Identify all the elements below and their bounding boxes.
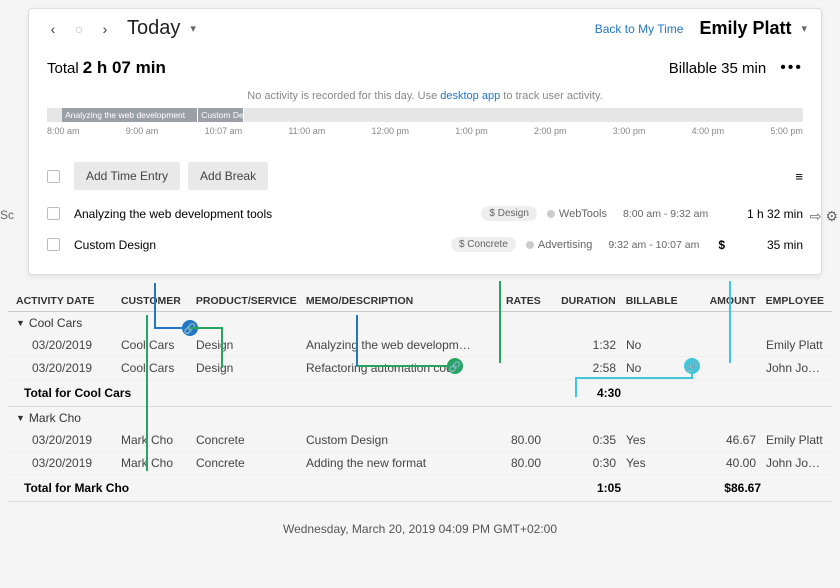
prev-button[interactable]: ‹ xyxy=(43,19,63,39)
entry-project[interactable]: WebTools xyxy=(547,208,607,220)
total-label: Total xyxy=(47,60,79,77)
export-icon[interactable]: ⇨ xyxy=(810,208,822,225)
table-row[interactable]: 03/20/2019Mark ChoConcreteCustom Design8… xyxy=(8,429,832,452)
entry-checkbox[interactable] xyxy=(47,207,60,220)
group-total: Total for Cool Cars4:30 xyxy=(8,380,832,407)
entry-checkbox[interactable] xyxy=(47,238,60,251)
entry-project[interactable]: Advertising xyxy=(526,239,592,251)
page-footer: Wednesday, March 20, 2019 04:09 PM GMT+0… xyxy=(0,522,840,536)
table-row[interactable]: 03/20/2019Mark ChoConcreteAdding the new… xyxy=(8,452,832,475)
group-header[interactable]: ▼Mark Cho xyxy=(8,407,832,429)
entries-toolbar: Add Time Entry Add Break ≡ xyxy=(47,154,803,198)
more-menu-icon[interactable]: ••• xyxy=(780,59,803,77)
project-dot-icon xyxy=(526,241,534,249)
cutoff-text: Sc xyxy=(0,208,14,222)
group-total: Total for Mark Cho1:05$86.67 xyxy=(8,475,832,502)
entry-timerange: 9:32 am - 10:07 am xyxy=(608,239,718,251)
entries-list: Add Time Entry Add Break ≡ Analyzing the… xyxy=(29,146,821,274)
caret-down-icon: ▼ xyxy=(16,413,25,423)
gear-icon[interactable]: ⚙ xyxy=(825,208,838,225)
entry-duration: 1 h 32 min xyxy=(733,207,803,221)
entry-timerange: 8:00 am - 9:32 am xyxy=(623,208,733,220)
entry-desc[interactable]: Custom Design xyxy=(74,238,451,252)
project-dot-icon xyxy=(547,210,555,218)
entry-row: Analyzing the web development tools $ De… xyxy=(47,198,803,229)
billable-label: Billable xyxy=(669,60,717,77)
time-card: ‹ ○ › Today ▾ Back to My Time Emily Plat… xyxy=(28,8,822,275)
dollar-icon: $ xyxy=(718,238,725,252)
entry-desc[interactable]: Analyzing the web development tools xyxy=(74,207,481,221)
entry-tag[interactable]: $ Design xyxy=(481,206,536,221)
total-value: 2 h 07 min xyxy=(83,58,166,78)
timeline-segment[interactable]: Custom De xyxy=(198,108,243,122)
report-table: ACTIVITY DATECUSTOMERPRODUCT/SERVICEMEMO… xyxy=(8,291,832,502)
user-chevron-icon[interactable]: ▾ xyxy=(801,22,807,35)
timeline-segment[interactable]: Analyzing the web development xyxy=(62,108,198,122)
next-button[interactable]: › xyxy=(95,19,115,39)
user-name: Emily Platt xyxy=(699,18,791,39)
timeline-bar[interactable]: Analyzing the web development Custom De xyxy=(47,108,803,122)
table-header: ACTIVITY DATECUSTOMERPRODUCT/SERVICEMEMO… xyxy=(8,291,832,312)
select-all-checkbox[interactable] xyxy=(47,170,60,183)
group-header[interactable]: ▼Cool Cars xyxy=(8,312,832,334)
billable-value: 35 min xyxy=(721,60,766,77)
entry-tag[interactable]: $ Concrete xyxy=(451,237,516,252)
back-link[interactable]: Back to My Time xyxy=(595,22,684,36)
add-break-button[interactable]: Add Break xyxy=(188,162,268,190)
date-title[interactable]: Today xyxy=(127,17,180,40)
desktop-app-link[interactable]: desktop app xyxy=(440,90,500,102)
table-row[interactable]: 03/20/2019Cool CarsDesignRefactoring aut… xyxy=(8,357,832,380)
chevron-down-icon[interactable]: ▾ xyxy=(190,22,196,35)
timeline-ticks: 8:00 am9:00 am10:07 am11:00 am12:00 pm1:… xyxy=(47,126,803,136)
sort-icon[interactable]: ≡ xyxy=(795,169,803,184)
today-circle[interactable]: ○ xyxy=(69,19,89,39)
entry-row: Custom Design $ Concrete Advertising 9:3… xyxy=(47,229,803,260)
no-activity-msg: No activity is recorded for this day. Us… xyxy=(29,88,821,108)
add-entry-button[interactable]: Add Time Entry xyxy=(74,162,180,190)
table-row[interactable]: 03/20/2019Cool CarsDesignAnalyzing the w… xyxy=(8,334,832,357)
caret-down-icon: ▼ xyxy=(16,318,25,328)
summary-bar: Total 2 h 07 min Billable 35 min ••• xyxy=(29,48,821,88)
card-header: ‹ ○ › Today ▾ Back to My Time Emily Plat… xyxy=(29,9,821,48)
entry-duration: 35 min xyxy=(733,238,803,252)
timeline: Analyzing the web development Custom De … xyxy=(29,108,821,146)
